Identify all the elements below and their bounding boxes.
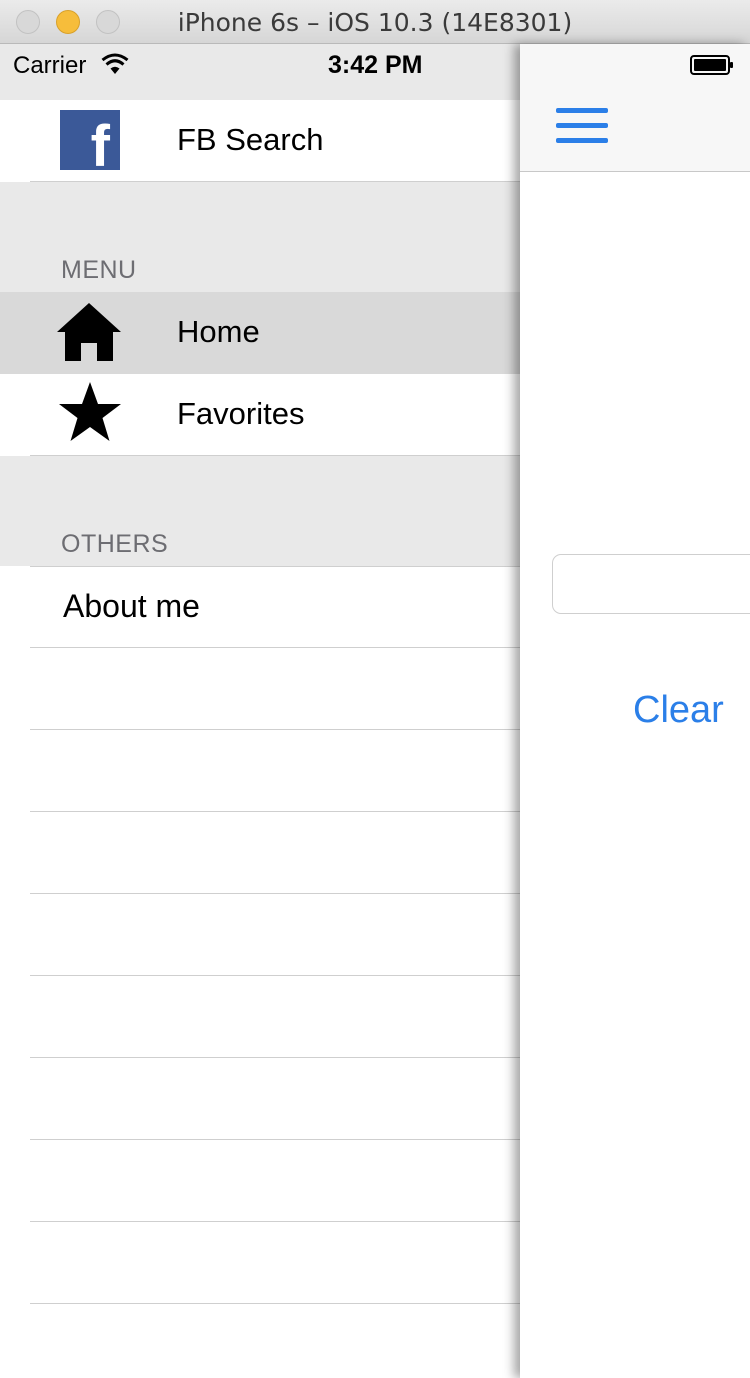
carrier-label: Carrier xyxy=(13,52,87,79)
empty-row-separator xyxy=(30,893,520,894)
menu-item-fb-search[interactable]: f FB Search xyxy=(0,100,520,182)
window-title: iPhone 6s – iOS 10.3 (14E8301) xyxy=(177,8,573,37)
wifi-icon xyxy=(101,53,129,74)
simulator-title-bar: iPhone 6s – iOS 10.3 (14E8301) xyxy=(0,0,750,44)
empty-row-separator xyxy=(30,975,520,976)
clear-button[interactable]: Clear xyxy=(633,689,724,732)
section-header-menu: MENU xyxy=(0,182,520,292)
empty-row-separator xyxy=(30,729,520,730)
status-time: 3:42 PM xyxy=(328,51,423,79)
home-icon xyxy=(57,303,121,361)
section-title: MENU xyxy=(61,256,137,284)
menu-item-label: Favorites xyxy=(177,396,305,431)
menu-item-home[interactable]: Home xyxy=(0,292,520,374)
navigation-bar xyxy=(520,44,750,172)
star-icon xyxy=(59,382,121,441)
empty-row-separator xyxy=(30,1139,520,1140)
menu-item-label: FB Search xyxy=(177,122,324,157)
empty-row-separator xyxy=(30,1221,520,1222)
side-menu: Carrier 3:42 PM f FB Search MENU Home Fa… xyxy=(0,44,520,1378)
empty-row-separator xyxy=(30,1057,520,1058)
status-bar: Carrier 3:42 PM xyxy=(0,44,520,100)
empty-row-separator xyxy=(30,811,520,812)
menu-item-label: About me xyxy=(63,588,200,624)
section-title: OTHERS xyxy=(61,530,169,558)
menu-item-label: Home xyxy=(177,314,260,349)
main-content-panel: Clear xyxy=(520,44,750,1378)
facebook-icon: f xyxy=(60,110,120,176)
menu-item-about-me[interactable]: About me xyxy=(0,566,520,648)
hamburger-icon[interactable] xyxy=(556,108,608,146)
section-header-others: OTHERS xyxy=(0,456,520,566)
menu-item-favorites[interactable]: Favorites xyxy=(0,374,520,456)
empty-row-separator xyxy=(30,1303,520,1304)
battery-icon xyxy=(690,55,733,75)
search-input[interactable] xyxy=(552,554,750,614)
